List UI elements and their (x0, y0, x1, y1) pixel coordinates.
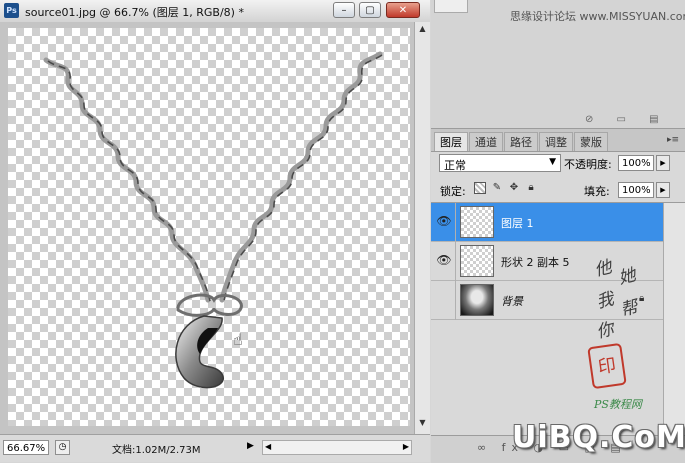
chevron-down-icon: ▼ (549, 157, 556, 167)
blend-mode-value: 正常 (444, 159, 466, 172)
eye-icon[interactable]: 👁︎ (436, 213, 452, 229)
red-seal-stamp: 印 (587, 342, 627, 390)
restore-button[interactable]: ▢ (359, 2, 381, 18)
layer-lock-icon: 🔒︎ (639, 293, 645, 304)
site-watermark: 思缘设计论坛 www.MISSYUAN.com (510, 10, 685, 23)
brand-watermark: UiBQ.CoM (512, 420, 685, 455)
lock-all-icon[interactable]: 🔒︎ (525, 182, 537, 194)
chain-right (219, 51, 383, 303)
layer-name: 形状 2 副本 5 (501, 256, 570, 269)
scroll-down-arrow-icon[interactable]: ▼ (417, 418, 428, 430)
layers-panel: 图层 通道 路径 调整 蒙版 ▸≡ 正常 ▼ 不透明度: 100% ▶ 锁定: … (431, 128, 685, 463)
layer-divider (455, 281, 456, 320)
status-menu-arrow-icon[interactable]: ▶ (247, 441, 254, 451)
document-window: Ps source01.jpg @ 66.7% (图层 1, RGB/8) * … (0, 0, 430, 462)
visibility-toggle-empty[interactable] (436, 291, 452, 307)
layers-list: 👁︎ 图层 1 👁︎ 形状 2 副本 5 背景 🔒︎ (431, 202, 685, 430)
panel-tabbar: 图层 通道 路径 调整 蒙版 ▸≡ (431, 129, 685, 152)
opacity-label: 不透明度: (564, 158, 612, 171)
tab-paths[interactable]: 路径 (504, 132, 538, 151)
hand-cursor-icon: ☝ (233, 330, 243, 349)
chain-left (43, 57, 211, 303)
lock-transparency-icon[interactable] (474, 182, 486, 194)
horizontal-scrollbar[interactable]: ◀ ▶ (262, 440, 412, 455)
panel-menu-icon[interactable]: ▸≡ (667, 135, 679, 145)
opacity-field[interactable]: 100% (618, 155, 654, 171)
status-bar: 66.67% ◷ 文档:1.02M/2.73M ▶ ◀ ▶ (0, 434, 430, 462)
pendant-bail (176, 293, 243, 317)
scroll-up-arrow-icon[interactable]: ▲ (417, 24, 428, 36)
scroll-left-arrow-icon[interactable]: ◀ (265, 442, 271, 451)
layer-thumbnail (460, 206, 494, 238)
vertical-scrollbar[interactable]: ▲ ▼ (414, 22, 430, 434)
document-titlebar[interactable]: Ps source01.jpg @ 66.7% (图层 1, RGB/8) * … (0, 0, 430, 23)
close-button[interactable]: ✕ (386, 2, 420, 18)
image-canvas[interactable]: ☝ (8, 28, 410, 426)
layer-name: 背景 (501, 295, 523, 308)
layers-scrollbar[interactable] (663, 203, 685, 430)
document-size: 文档:1.02M/2.73M (112, 445, 201, 456)
layer-name: 图层 1 (501, 217, 534, 230)
fill-slider-arrow-icon[interactable]: ▶ (656, 182, 670, 198)
layer-thumbnail (460, 245, 494, 277)
layer-divider (455, 242, 456, 281)
lock-move-icon[interactable]: ✥ (508, 182, 520, 194)
scroll-right-arrow-icon[interactable]: ▶ (403, 442, 409, 451)
document-title: source01.jpg @ 66.7% (图层 1, RGB/8) * (25, 6, 244, 19)
layer-thumbnail (460, 284, 494, 316)
opacity-slider-arrow-icon[interactable]: ▶ (656, 155, 670, 171)
status-info-icon[interactable]: ◷ (55, 440, 70, 455)
minimize-button[interactable]: – (333, 2, 355, 18)
canvas-area[interactable]: ☝ ▲ ▼ (0, 22, 430, 434)
panel-preview-swatch (434, 0, 468, 13)
lock-label: 锁定: (440, 185, 466, 198)
lock-brush-icon[interactable]: ✎ (491, 182, 503, 194)
ps-signature: PS教程网 (594, 398, 642, 411)
eye-icon[interactable]: 👁︎ (436, 252, 452, 268)
tab-adjustments[interactable]: 调整 (539, 132, 573, 151)
tab-masks[interactable]: 蒙版 (574, 132, 608, 151)
necklace-artwork (43, 51, 383, 389)
upper-panel-icons[interactable]: ⊘ ▭ ▤ (585, 114, 669, 125)
tab-channels[interactable]: 通道 (469, 132, 503, 151)
zoom-field[interactable]: 66.67% (3, 440, 49, 455)
layer-row-layer1[interactable]: 👁︎ 图层 1 (431, 203, 663, 242)
layer-divider (455, 203, 456, 242)
tab-layers[interactable]: 图层 (434, 132, 468, 151)
photoshop-app-icon: Ps (4, 3, 19, 18)
fill-field[interactable]: 100% (618, 182, 654, 198)
fill-label: 填充: (584, 185, 610, 198)
blend-mode-select[interactable]: 正常 ▼ (439, 154, 561, 172)
